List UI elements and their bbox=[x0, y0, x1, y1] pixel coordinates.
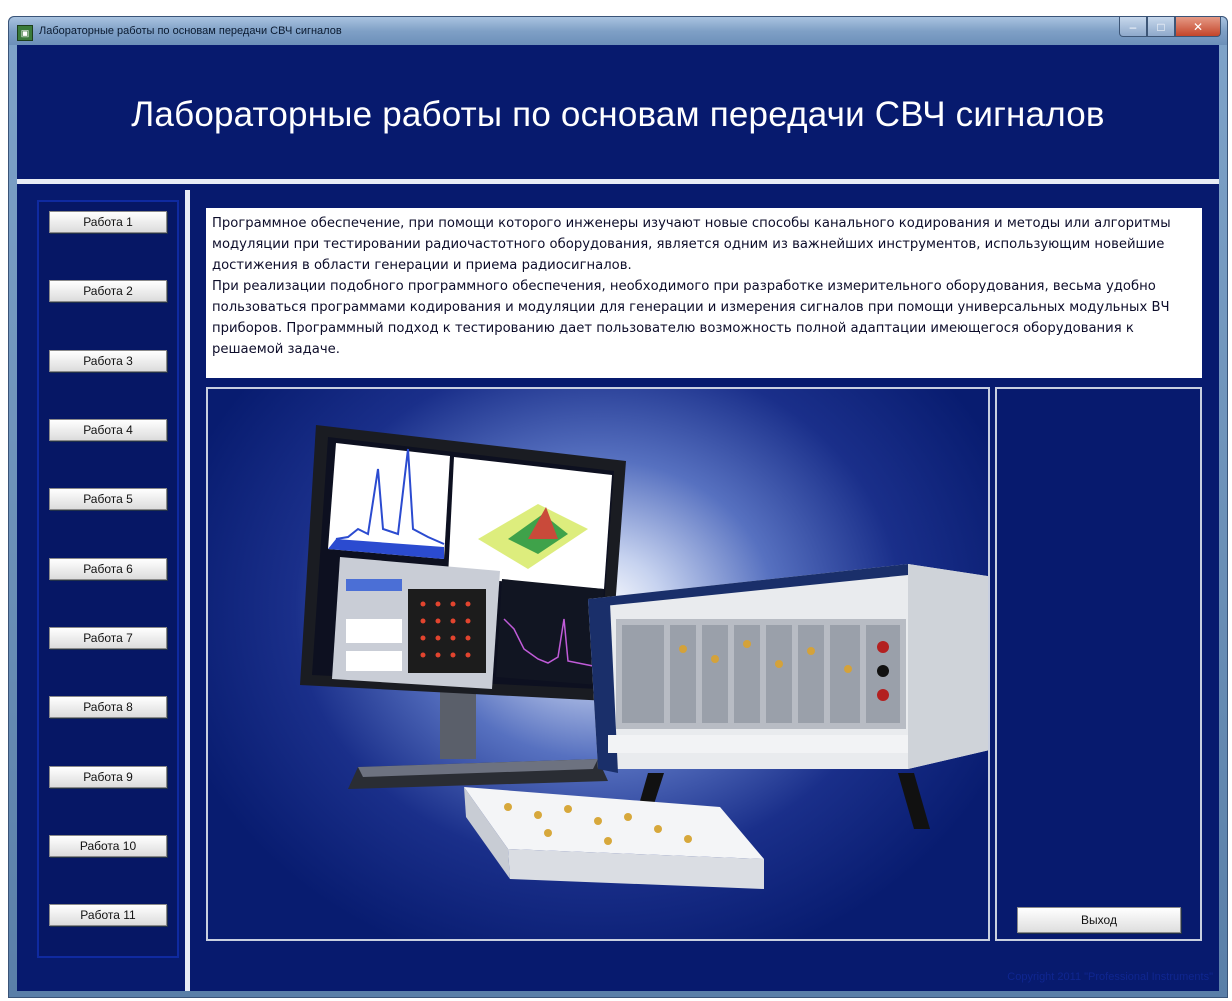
monitor bbox=[300, 425, 626, 701]
sidebar-button-work-1[interactable]: Работа 1 bbox=[49, 211, 167, 233]
window-controls: – □ ✕ bbox=[1119, 17, 1221, 37]
window-title: Лабораторные работы по основам передачи … bbox=[39, 25, 342, 37]
minimize-icon: – bbox=[1129, 19, 1137, 34]
title-bar[interactable]: ▣ Лабораторные работы по основам передач… bbox=[9, 17, 1227, 45]
description-paragraph-2: При реализации подобного программного об… bbox=[212, 279, 1170, 357]
description-paragraph-1: Программное обеспечение, при помощи кото… bbox=[212, 216, 1171, 273]
pxi-chassis bbox=[588, 564, 988, 829]
close-icon: ✕ bbox=[1192, 19, 1204, 34]
sidebar-button-work-7[interactable]: Работа 7 bbox=[49, 627, 167, 649]
copyright-text: Copyright 2011 "Professional Instruments… bbox=[1007, 971, 1213, 983]
sidebar-button-work-11[interactable]: Работа 11 bbox=[49, 904, 167, 926]
page-title: Лабораторные работы по основам передачи … bbox=[131, 95, 1105, 134]
monitor-stand bbox=[348, 689, 608, 789]
minimize-button[interactable]: – bbox=[1119, 17, 1147, 37]
right-panel bbox=[995, 387, 1202, 941]
app-icon: ▣ bbox=[17, 25, 33, 41]
sidebar-button-work-9[interactable]: Работа 9 bbox=[49, 766, 167, 788]
sidebar-divider bbox=[185, 190, 190, 991]
rf-module-box bbox=[464, 787, 764, 889]
monitor-and-pxi-chassis-illustration bbox=[300, 425, 988, 889]
sidebar-button-work-10[interactable]: Работа 10 bbox=[49, 835, 167, 857]
app-client-area: Лабораторные работы по основам передачи … bbox=[17, 45, 1219, 991]
maximize-icon: □ bbox=[1157, 19, 1165, 34]
illustration-panel bbox=[206, 387, 990, 941]
description-panel: Программное обеспечение, при помощи кото… bbox=[206, 208, 1202, 378]
exit-button[interactable]: Выход bbox=[1017, 907, 1181, 933]
close-button[interactable]: ✕ bbox=[1175, 17, 1221, 37]
sidebar-button-work-4[interactable]: Работа 4 bbox=[49, 419, 167, 441]
sidebar-button-work-8[interactable]: Работа 8 bbox=[49, 696, 167, 718]
header-divider bbox=[17, 179, 1219, 184]
sidebar-button-work-3[interactable]: Работа 3 bbox=[49, 350, 167, 372]
sidebar: Работа 1 Работа 2 Работа 3 Работа 4 Рабо… bbox=[37, 200, 179, 958]
app-window: ▣ Лабораторные работы по основам передач… bbox=[8, 16, 1228, 998]
sidebar-button-work-5[interactable]: Работа 5 bbox=[49, 488, 167, 510]
sidebar-button-work-6[interactable]: Работа 6 bbox=[49, 558, 167, 580]
sidebar-button-work-2[interactable]: Работа 2 bbox=[49, 280, 167, 302]
maximize-button[interactable]: □ bbox=[1147, 17, 1175, 37]
